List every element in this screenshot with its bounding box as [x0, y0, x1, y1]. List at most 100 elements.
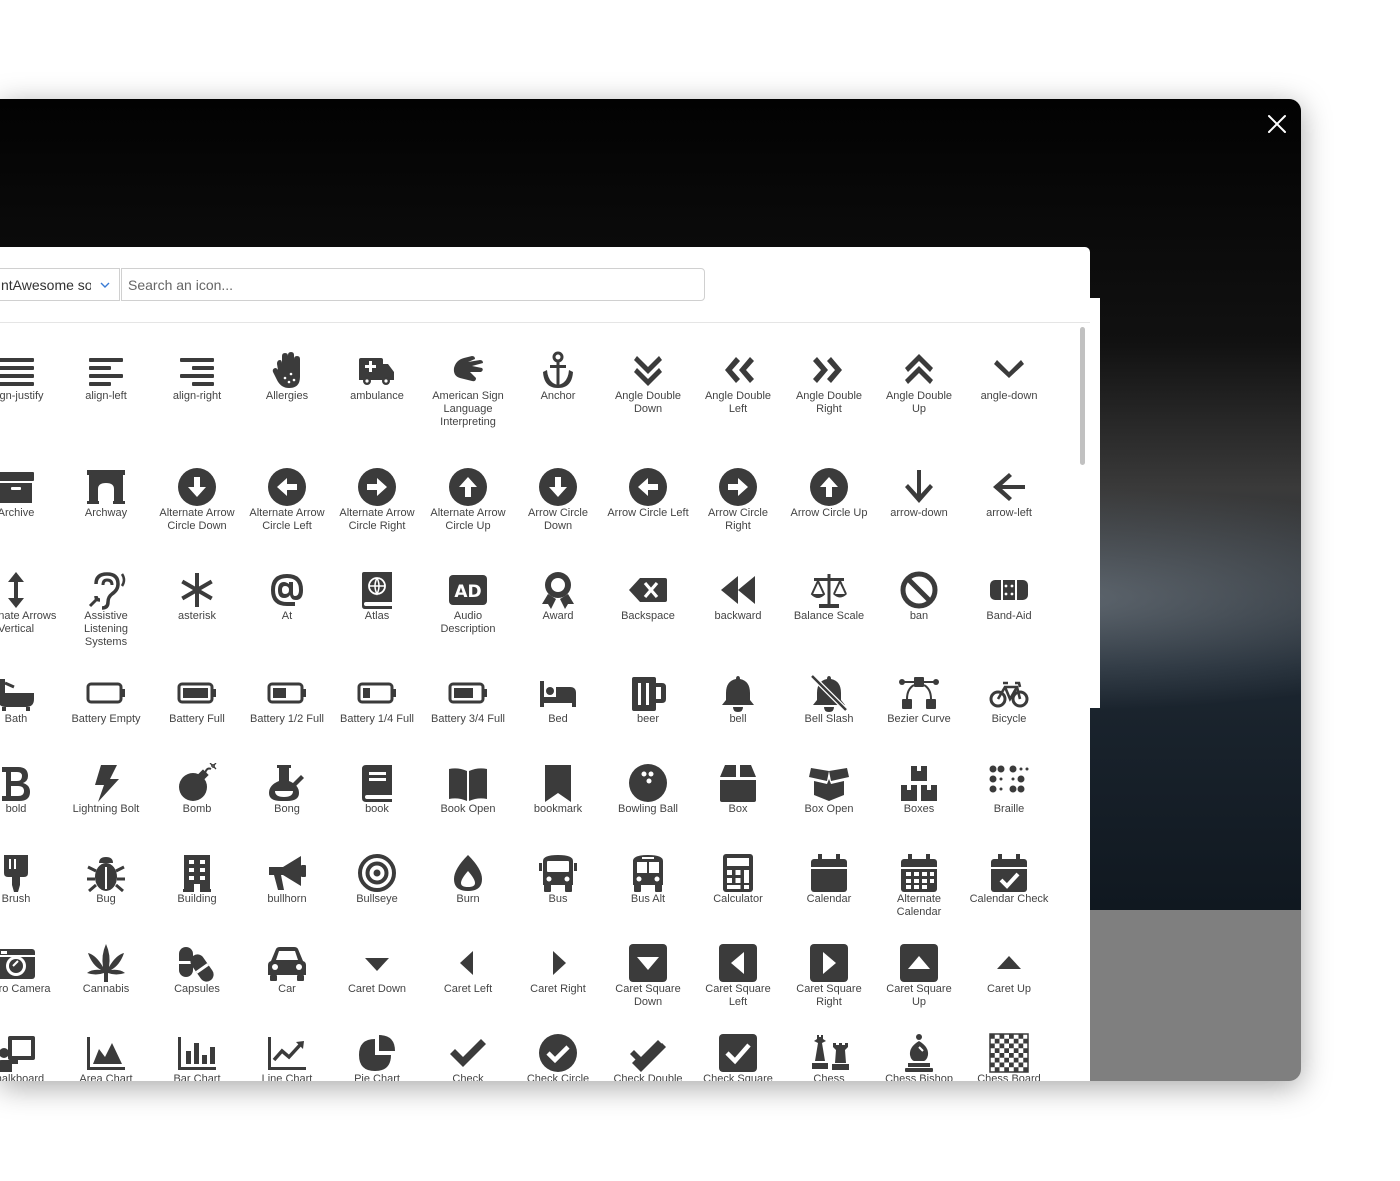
icon-option[interactable]: Retro Camera: [0, 943, 61, 996]
icon-option[interactable]: asterisk: [152, 570, 242, 623]
icon-option[interactable]: Alternate Arrow Circle Up: [423, 467, 513, 533]
icon-option[interactable]: Bus Alt: [603, 853, 693, 906]
icon-option[interactable]: Calculator: [693, 853, 783, 906]
icon-option[interactable]: Alternate Arrow Circle Left: [242, 467, 332, 533]
icon-option[interactable]: Angle Double Right: [784, 350, 874, 416]
icon-option[interactable]: Angle Double Left: [693, 350, 783, 416]
icon-option[interactable]: Arrow Circle Up: [784, 467, 874, 520]
icon-option[interactable]: Backspace: [603, 570, 693, 623]
icon-option[interactable]: Area Chart: [61, 1033, 151, 1081]
icon-option[interactable]: Battery 3/4 Full: [423, 673, 513, 726]
icon-option[interactable]: Check Double: [603, 1033, 693, 1081]
icon-option[interactable]: Brush: [0, 853, 61, 906]
icon-option[interactable]: Caret Right: [513, 943, 603, 996]
icon-option[interactable]: American Sign Language Interpreting: [423, 350, 513, 429]
icon-option[interactable]: Pie Chart: [332, 1033, 422, 1081]
icon-option[interactable]: Box: [693, 763, 783, 816]
icon-option[interactable]: Calendar Check: [964, 853, 1054, 906]
icon-option[interactable]: Book Open: [423, 763, 513, 816]
icon-option[interactable]: backward: [693, 570, 783, 623]
icon-option[interactable]: Box Open: [784, 763, 874, 816]
icon-option[interactable]: Caret Square Left: [693, 943, 783, 1009]
icon-option[interactable]: arrow-left: [964, 467, 1054, 520]
icon-option[interactable]: Caret Square Up: [874, 943, 964, 1009]
icon-option[interactable]: Assistive Listening Systems: [61, 570, 151, 649]
icon-option[interactable]: Building: [152, 853, 242, 906]
icon-option[interactable]: angle-down: [964, 350, 1054, 403]
icon-option[interactable]: ban: [874, 570, 964, 623]
icon-option[interactable]: Calendar: [784, 853, 874, 906]
icon-option[interactable]: Battery 1/4 Full: [332, 673, 422, 726]
icon-option[interactable]: Allergies: [242, 350, 332, 403]
icon-option[interactable]: Caret Up: [964, 943, 1054, 996]
icon-option[interactable]: Bell Slash: [784, 673, 874, 726]
icon-option[interactable]: At: [242, 570, 332, 623]
icon-option[interactable]: Caret Down: [332, 943, 422, 996]
icon-option[interactable]: Battery 1/2 Full: [242, 673, 332, 726]
icon-option[interactable]: Bus: [513, 853, 603, 906]
icon-option[interactable]: Bullseye: [332, 853, 422, 906]
icon-option[interactable]: Battery Empty: [61, 673, 151, 726]
icon-option[interactable]: Bath: [0, 673, 61, 726]
icon-option[interactable]: Bomb: [152, 763, 242, 816]
icon-option[interactable]: Chess: [784, 1033, 874, 1081]
icon-option[interactable]: Archway: [61, 467, 151, 520]
icon-option[interactable]: Angle Double Down: [603, 350, 693, 416]
icon-option[interactable]: Chess Bishop: [874, 1033, 964, 1081]
icon-option[interactable]: Bicycle: [964, 673, 1054, 726]
icon-option[interactable]: Angle Double Up: [874, 350, 964, 416]
icon-option[interactable]: bold: [0, 763, 61, 816]
icon-option[interactable]: Check Circle: [513, 1033, 603, 1081]
search-input[interactable]: [121, 268, 705, 301]
icon-option[interactable]: align-left: [61, 350, 151, 403]
icon-option[interactable]: Bed: [513, 673, 603, 726]
icon-option[interactable]: Atlas: [332, 570, 422, 623]
icon-option[interactable]: beer: [603, 673, 693, 726]
icon-option[interactable]: Cannabis: [61, 943, 151, 996]
icon-option[interactable]: Alternate Arrows Vertical: [0, 570, 61, 636]
icon-option[interactable]: align-right: [152, 350, 242, 403]
icon-option[interactable]: Bug: [61, 853, 151, 906]
icon-option[interactable]: Band-Aid: [964, 570, 1054, 623]
icon-option[interactable]: Balance Scale: [784, 570, 874, 623]
icon-option[interactable]: Lightning Bolt: [61, 763, 151, 816]
icon-option[interactable]: Chalkboard Teacher: [0, 1033, 61, 1081]
icon-option[interactable]: bookmark: [513, 763, 603, 816]
icon-option[interactable]: Caret Square Right: [784, 943, 874, 1009]
icon-option[interactable]: Anchor: [513, 350, 603, 403]
icon-option[interactable]: Award: [513, 570, 603, 623]
icon-option[interactable]: AD Audio Description: [423, 570, 513, 636]
icon-option[interactable]: Check Square: [693, 1033, 783, 1081]
icon-option[interactable]: Line Chart: [242, 1033, 332, 1081]
icon-option[interactable]: Capsules: [152, 943, 242, 996]
icon-option[interactable]: book: [332, 763, 422, 816]
icon-option[interactable]: Bong: [242, 763, 332, 816]
icon-option[interactable]: Bowling Ball: [603, 763, 693, 816]
icon-option[interactable]: Burn: [423, 853, 513, 906]
icon-option[interactable]: align-justify: [0, 350, 61, 403]
icon-option[interactable]: Caret Left: [423, 943, 513, 996]
icon-option[interactable]: Check: [423, 1033, 513, 1081]
icon-option[interactable]: Car: [242, 943, 332, 996]
icon-option[interactable]: Caret Square Down: [603, 943, 693, 1009]
icon-option[interactable]: Alternate Arrow Circle Right: [332, 467, 422, 533]
icon-option[interactable]: bullhorn: [242, 853, 332, 906]
icon-option[interactable]: arrow-down: [874, 467, 964, 520]
icon-option[interactable]: Alternate Arrow Circle Down: [152, 467, 242, 533]
icon-option[interactable]: Arrow Circle Down: [513, 467, 603, 533]
scroll-thumb[interactable]: [1080, 327, 1085, 465]
icon-option[interactable]: Boxes: [874, 763, 964, 816]
icon-option[interactable]: Braille: [964, 763, 1054, 816]
icon-option[interactable]: Bar Chart: [152, 1033, 242, 1081]
icon-option[interactable]: Chess Board: [964, 1033, 1054, 1081]
icon-option[interactable]: Battery Full: [152, 673, 242, 726]
icon-option[interactable]: Arrow Circle Right: [693, 467, 783, 533]
icon-option[interactable]: Bezier Curve: [874, 673, 964, 726]
icon-option[interactable]: ambulance: [332, 350, 422, 403]
icon-option[interactable]: Alternate Calendar: [874, 853, 964, 919]
icon-option[interactable]: Archive: [0, 467, 61, 520]
close-button[interactable]: [1262, 109, 1292, 139]
font-set-select[interactable]: ntAwesome sol: [0, 268, 120, 301]
icon-option[interactable]: bell: [693, 673, 783, 726]
scrollbar[interactable]: [1077, 327, 1087, 1081]
